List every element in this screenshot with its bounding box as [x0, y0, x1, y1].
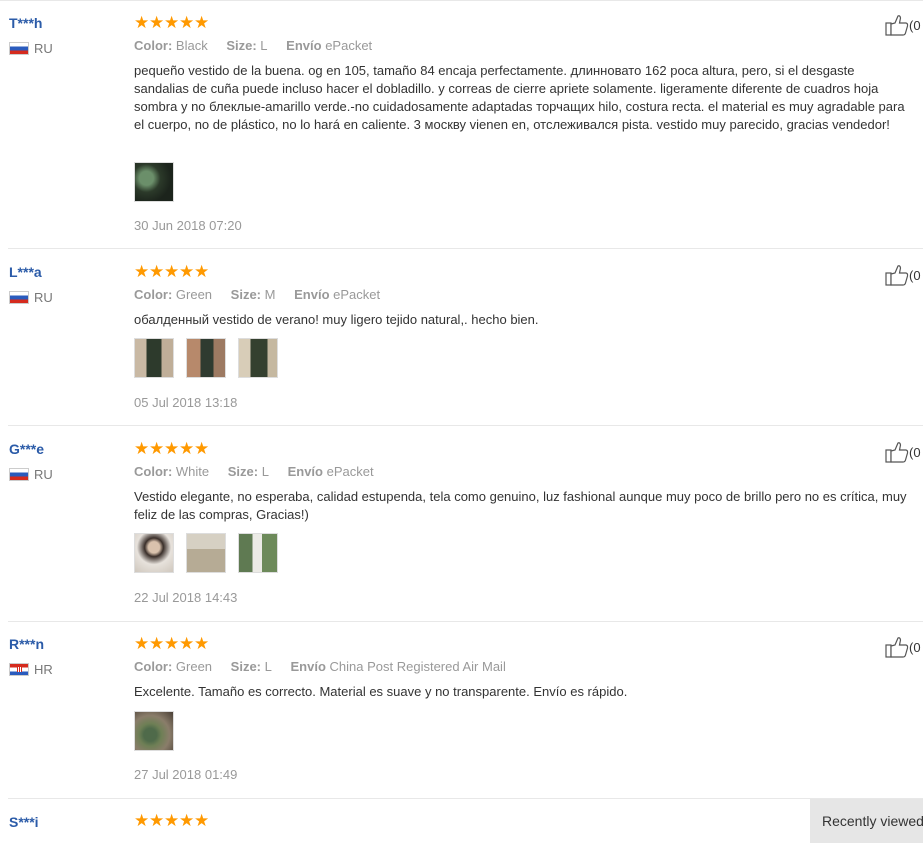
- top-divider: [0, 0, 923, 1]
- review-date: 05 Jul 2018 13:18: [134, 395, 238, 410]
- recently-viewed-button[interactable]: Recently viewed: [810, 799, 923, 843]
- shipping-label: Envío: [287, 464, 323, 479]
- star-rating: ★★★★★: [134, 13, 210, 32]
- reviewer-name[interactable]: S***i: [9, 814, 39, 830]
- size-value: L: [264, 659, 272, 674]
- thumbs-up-icon: [885, 265, 909, 286]
- review-photos: [134, 533, 278, 573]
- review-photos: [134, 162, 174, 202]
- shipping-value: China Post Registered Air Mail: [329, 659, 506, 674]
- shipping-label: Envío: [286, 38, 322, 53]
- shipping-label: Envío: [290, 659, 326, 674]
- review-divider: [8, 248, 923, 249]
- size-label: Size:: [230, 659, 262, 674]
- review-date: 27 Jul 2018 01:49: [134, 767, 238, 782]
- reviewer-name[interactable]: R***n: [9, 636, 44, 652]
- review-photos: [134, 338, 278, 378]
- review-divider: [8, 425, 923, 426]
- shipping-label: Envío: [294, 287, 330, 302]
- russia-flag-icon: [9, 42, 29, 55]
- review-date: 22 Jul 2018 14:43: [134, 590, 238, 605]
- reviewer-country: RU: [9, 467, 53, 482]
- russia-flag-icon: [9, 291, 29, 304]
- shipping-value: ePacket: [326, 464, 374, 479]
- russia-flag-icon: [9, 468, 29, 481]
- color-value: White: [175, 464, 210, 479]
- color-value: Green: [175, 287, 213, 302]
- star-rating: ★★★★★: [134, 439, 210, 458]
- size-label: Size:: [230, 287, 262, 302]
- color-label: Color:: [134, 464, 173, 479]
- review-text: pequeño vestido de la buena. og en 105, …: [134, 63, 905, 132]
- reviewer-country: RU: [9, 41, 53, 56]
- shipping-value: ePacket: [333, 287, 381, 302]
- thumbs-up-icon: [885, 442, 909, 463]
- croatia-flag-icon: [9, 663, 29, 676]
- reviewer-name[interactable]: G***e: [9, 441, 44, 457]
- reviewer-name[interactable]: T***h: [9, 15, 42, 31]
- review-photos: [134, 711, 174, 751]
- size-value: M: [264, 287, 276, 302]
- country-code: HR: [34, 662, 53, 677]
- star-rating: ★★★★★: [134, 634, 210, 653]
- helpful-count: (0: [909, 444, 921, 460]
- review-divider: [8, 621, 923, 622]
- shipping-value: ePacket: [325, 38, 373, 53]
- country-code: RU: [34, 290, 53, 305]
- review-photo-thumbnail[interactable]: [238, 533, 278, 573]
- helpful-button[interactable]: (0: [885, 636, 921, 658]
- review-divider: [8, 798, 923, 799]
- country-code: RU: [34, 467, 53, 482]
- review-text: Vestido elegante, no esperaba, calidad e…: [134, 489, 907, 522]
- color-label: Color:: [134, 38, 173, 53]
- helpful-button[interactable]: (0: [885, 441, 921, 463]
- order-attributes: Color: Green Size: L Envío China Post Re…: [134, 659, 521, 674]
- review-photo-thumbnail[interactable]: [134, 162, 174, 202]
- helpful-count: (0: [909, 267, 921, 283]
- review-date: 30 Jun 2018 07:20: [134, 218, 242, 233]
- helpful-count: (0: [909, 17, 921, 33]
- review-photo-thumbnail[interactable]: [186, 338, 226, 378]
- order-attributes: Color: Green Size: M Envío ePacket: [134, 287, 395, 302]
- star-rating: ★★★★★: [134, 811, 210, 830]
- size-label: Size:: [226, 38, 257, 53]
- star-rating: ★★★★★: [134, 262, 210, 281]
- review-text: Excelente. Tamaño es correcto. Material …: [134, 684, 628, 699]
- helpful-button[interactable]: (0: [885, 264, 921, 286]
- thumbs-up-icon: [885, 15, 909, 36]
- helpful-count: (0: [909, 639, 921, 655]
- color-label: Color:: [134, 287, 173, 302]
- helpful-button[interactable]: (0: [885, 14, 921, 36]
- size-value: L: [261, 464, 269, 479]
- reviewer-name[interactable]: L***a: [9, 264, 42, 280]
- size-value: L: [260, 38, 268, 53]
- thumbs-up-icon: [885, 637, 909, 658]
- review-photo-thumbnail[interactable]: [238, 338, 278, 378]
- color-label: Color:: [134, 659, 173, 674]
- size-label: Size:: [227, 464, 259, 479]
- review-photo-thumbnail[interactable]: [134, 338, 174, 378]
- country-code: RU: [34, 41, 53, 56]
- review-photo-thumbnail[interactable]: [186, 533, 226, 573]
- review-text: обалденный vestido de verano! muy ligero…: [134, 312, 539, 327]
- review-photo-thumbnail[interactable]: [134, 711, 174, 751]
- review-photo-thumbnail[interactable]: [134, 533, 174, 573]
- color-value: Green: [175, 659, 213, 674]
- reviewer-country: RU: [9, 290, 53, 305]
- reviewer-country: HR: [9, 662, 53, 677]
- order-attributes: Color: Black Size: L Envío ePacket: [134, 38, 387, 53]
- order-attributes: Color: White Size: L Envío ePacket: [134, 464, 389, 479]
- color-value: Black: [175, 38, 208, 53]
